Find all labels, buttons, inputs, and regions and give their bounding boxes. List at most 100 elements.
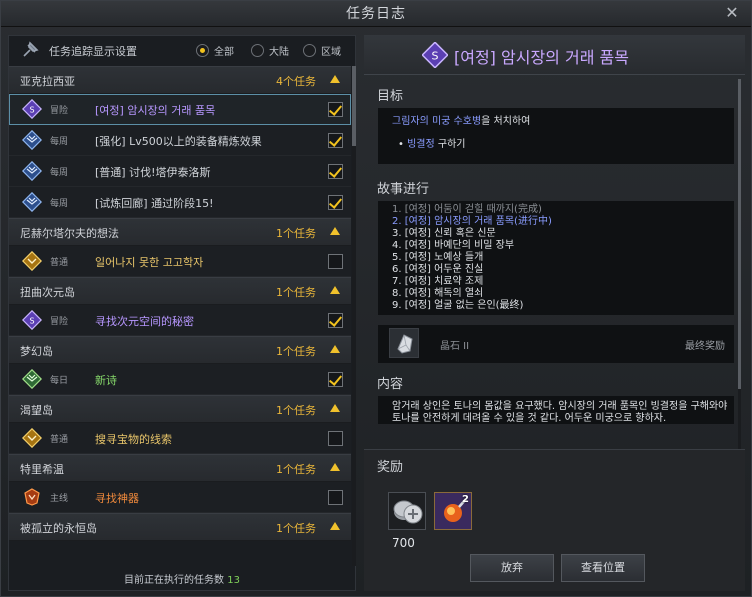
collapse-arrow-icon[interactable]: [330, 404, 340, 412]
story-step: 2. [여정] 암시장의 거래 품목(进行中): [392, 216, 552, 227]
track-checkbox[interactable]: [328, 490, 343, 505]
quest-name: [强化] Lv500以上的装备精炼效果: [95, 135, 262, 148]
quest-group-header[interactable]: 特里希温 1个任务: [9, 454, 351, 482]
detail-scrollbar[interactable]: [738, 79, 741, 449]
quest-group-name: 渴望岛: [20, 404, 53, 417]
quest-type: 每周: [50, 168, 69, 178]
quest-group-count: 1个任务: [276, 286, 316, 299]
reward-item-slot[interactable]: 2: [434, 492, 472, 530]
blue-wing-icon: [21, 129, 43, 151]
quest-name: 일어나지 못한 고고학자: [95, 256, 204, 269]
quest-row[interactable]: 普通 일어나지 못한 고고학자: [9, 246, 351, 277]
reward-item-count: 2: [462, 494, 469, 505]
reward-silver-slot[interactable]: [388, 492, 426, 530]
quest-group-header[interactable]: 扭曲次元岛 1个任务: [9, 277, 351, 305]
quest-type: 冒险: [50, 106, 69, 116]
quest-type: 主线: [50, 494, 69, 504]
quest-row[interactable]: 每周 [普通] 讨伐!塔伊泰洛斯: [9, 156, 351, 187]
quest-group-header[interactable]: 亚克拉西亚 4个任务: [9, 66, 351, 94]
abandon-button[interactable]: 放弃: [470, 554, 554, 582]
collapse-arrow-icon[interactable]: [330, 463, 340, 471]
quest-row[interactable]: 每周 [试炼回廊] 通过阶段15!: [9, 187, 351, 218]
quest-group-header[interactable]: 渴望岛 1个任务: [9, 395, 351, 423]
active-quest-count: 目前正在执行的任务数 13: [124, 575, 240, 586]
quest-type: 普通: [50, 435, 69, 445]
quest-type: 每日: [50, 376, 69, 386]
goal-line-1: 그림자의 미궁 수호병을 처치하여: [392, 116, 531, 127]
title-bar: 任务日志 ✕: [1, 1, 751, 27]
blue-wing-icon: [21, 191, 43, 213]
track-checkbox[interactable]: [328, 431, 343, 446]
tracking-settings-label[interactable]: 任务追踪显示设置: [49, 43, 137, 59]
detail-scroll-area: 目标 그림자의 미궁 수호병을 처치하여 • 빙결정 구하기 故事进行 1. […: [364, 79, 735, 449]
track-checkbox[interactable]: [328, 164, 343, 179]
pin-icon[interactable]: [21, 41, 39, 59]
close-icon[interactable]: ✕: [723, 4, 741, 22]
final-reward-label: 最终奖励: [685, 341, 725, 352]
quest-row[interactable]: 每日 新诗: [9, 364, 351, 395]
track-checkbox[interactable]: [328, 313, 343, 328]
quest-group-count: 1个任务: [276, 345, 316, 358]
quest-group-count: 1个任务: [276, 522, 316, 535]
goal-line-2: • 빙결정 구하기: [398, 139, 466, 150]
view-location-button[interactable]: 查看位置: [561, 554, 645, 582]
collapse-arrow-icon[interactable]: [330, 286, 340, 294]
crystal-icon: [397, 334, 413, 354]
quest-list-scrollbar[interactable]: [352, 66, 356, 566]
quest-group-header[interactable]: 被孤立的永恒岛 1个任务: [9, 513, 351, 541]
quest-group-header[interactable]: 尼赫尔塔尔夫的想法 1个任务: [9, 218, 351, 246]
svg-text:S: S: [29, 106, 34, 115]
story-step: 6. [여정] 어두운 진실: [392, 264, 484, 275]
svg-text:S: S: [432, 50, 439, 63]
window-title: 任务日志: [346, 6, 406, 22]
green-wing-icon: [21, 368, 43, 390]
track-checkbox[interactable]: [328, 102, 343, 117]
quest-row[interactable]: 普通 搜寻宝物的线索: [9, 423, 351, 454]
tracking-settings-row: 任务追踪显示设置 全部 大陆 区域: [9, 36, 355, 64]
quest-name: 寻找次元空间的秘密: [95, 315, 194, 328]
collapse-arrow-icon[interactable]: [330, 522, 340, 530]
story-step: 4. [여정] 바예단의 비밀 장부: [392, 240, 515, 251]
track-checkbox[interactable]: [328, 372, 343, 387]
purple-shield-icon: S: [422, 42, 448, 68]
quest-type: 每周: [50, 199, 69, 209]
detail-scroll-thumb[interactable]: [738, 79, 741, 389]
quest-row[interactable]: 主线 寻找神器: [9, 482, 351, 513]
quest-name: [普通] 讨伐!塔伊泰洛斯: [95, 166, 211, 179]
track-checkbox[interactable]: [328, 254, 343, 269]
story-step: 7. [여정] 치료약 조제: [392, 276, 484, 287]
final-reward-slot[interactable]: [389, 328, 419, 358]
track-checkbox[interactable]: [328, 133, 343, 148]
purple-shield-icon: S: [21, 309, 43, 331]
quest-list-scroll-thumb[interactable]: [352, 66, 356, 146]
quest-list-panel: 任务追踪显示设置 全部 大陆 区域 亚克拉西亚 4个任务 S 冒险 [여정] 암시장의 …: [8, 35, 356, 591]
filter-area-radio[interactable]: 区域: [303, 43, 341, 58]
quest-type: 冒险: [50, 317, 69, 327]
story-step: 9. [여정] 얼굴 없는 은인(最终): [392, 300, 524, 311]
yellow-diamond-icon: [21, 250, 43, 272]
quest-group-name: 梦幻岛: [20, 345, 53, 358]
story-step: 1. [여정] 어둠이 걷힐 때까지(完成): [392, 204, 542, 215]
quest-row[interactable]: 每周 [强化] Lv500以上的装备精炼效果: [9, 125, 351, 156]
reward-panel: 奖励 700 2 放弃 查看位置: [364, 449, 745, 591]
orange-crest-icon: [22, 487, 42, 507]
track-checkbox[interactable]: [328, 195, 343, 210]
filter-continent-radio[interactable]: 大陆: [251, 43, 289, 58]
collapse-arrow-icon[interactable]: [330, 75, 340, 83]
content-section-title: 内容: [377, 377, 404, 392]
quest-log-window: 任务日志 ✕ 任务追踪显示设置 全部 大陆 区域 亚克拉西亚 4个任务 S 冒险 [여정…: [0, 0, 752, 597]
quest-name: 寻找神器: [95, 492, 139, 505]
quest-type: 每周: [50, 137, 69, 147]
final-reward-item-name: 晶石 II: [440, 341, 470, 352]
collapse-arrow-icon[interactable]: [330, 345, 340, 353]
quest-row[interactable]: S 冒险 寻找次元空间的秘密: [9, 305, 351, 336]
quest-group-header[interactable]: 梦幻岛 1个任务: [9, 336, 351, 364]
story-step: 8. [여정] 해독의 열쇠: [392, 288, 484, 299]
goal-section: 그림자의 미궁 수호병을 처치하여 • 빙결정 구하기: [378, 108, 734, 164]
quest-name: 搜寻宝物的线索: [95, 433, 172, 446]
collapse-arrow-icon[interactable]: [330, 227, 340, 235]
filter-all-radio[interactable]: 全部: [196, 43, 234, 58]
quest-row[interactable]: S 冒险 [여정] 암시장의 거래 품목: [9, 94, 351, 125]
quest-type: 普通: [50, 258, 69, 268]
story-section: 1. [여정] 어둠이 걷힐 때까지(完成) 2. [여정] 암시장의 거래 품목…: [378, 201, 734, 315]
